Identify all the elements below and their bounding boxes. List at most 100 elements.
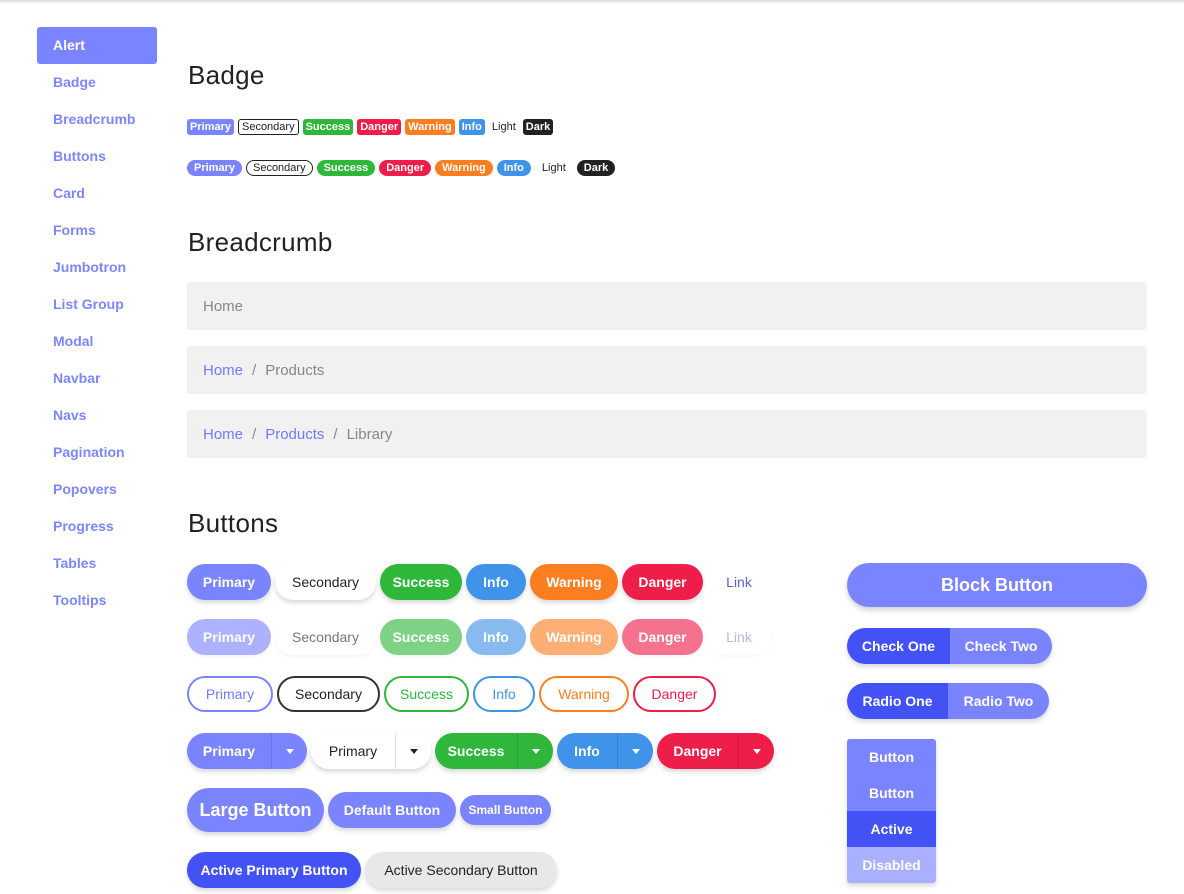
sidebar-item-tooltips[interactable]: Tooltips (37, 582, 157, 619)
breadcrumb-current: Products (265, 361, 325, 379)
active-secondary-button[interactable]: Active Secondary Button (365, 852, 557, 888)
badge-pill-dark: Dark (576, 160, 616, 176)
vertical-button[interactable]: Button (847, 739, 936, 775)
active-primary-button[interactable]: Active Primary Button (187, 852, 361, 888)
danger-outline-button[interactable]: Danger (633, 676, 716, 712)
check-one-toggle[interactable]: Check One (847, 628, 950, 664)
badge-info: Info (458, 119, 485, 135)
sidebar-nav: Alert Badge Breadcrumb Buttons Card Form… (37, 27, 157, 619)
badge-light: Light (488, 119, 519, 135)
split-main-button[interactable]: Success (435, 733, 517, 769)
badge-primary: Primary (187, 119, 234, 135)
success-button-disabled: Success (380, 619, 462, 655)
badge-pill-light: Light (534, 160, 573, 176)
split-main-button[interactable]: Danger (657, 733, 738, 769)
breadcrumb: Home / Products / Library (187, 410, 1147, 458)
block-button[interactable]: Block Button (847, 563, 1147, 607)
caret-down-icon (531, 748, 540, 754)
split-toggle-button[interactable] (517, 733, 553, 769)
sidebar-item-buttons[interactable]: Buttons (37, 138, 157, 175)
breadcrumb-link-home[interactable]: Home (203, 426, 243, 443)
check-two-toggle[interactable]: Check Two (950, 628, 1052, 664)
split-toggle-button[interactable] (617, 733, 653, 769)
danger-button[interactable]: Danger (622, 564, 703, 600)
success-outline-button[interactable]: Success (384, 676, 469, 712)
warning-outline-button[interactable]: Warning (539, 676, 629, 712)
breadcrumb-link-products[interactable]: Products (265, 426, 324, 443)
vertical-button-active[interactable]: Active (847, 811, 936, 847)
buttons-section-title: Buttons (188, 508, 279, 538)
radio-one-toggle[interactable]: Radio One (847, 683, 948, 719)
badge-section-title: Badge (188, 60, 265, 90)
split-main-button[interactable]: Primary (311, 733, 395, 769)
split-dropdown-primary: Primary (187, 733, 307, 769)
split-toggle-button[interactable] (271, 733, 307, 769)
button-row-disabled: Primary Secondary Success Info Warning D… (187, 619, 775, 655)
breadcrumb-separator: / (333, 425, 338, 443)
caret-down-icon (752, 748, 761, 754)
split-dropdown-info: Info (557, 733, 653, 769)
caret-down-icon (285, 748, 294, 754)
sidebar-item-pagination[interactable]: Pagination (37, 434, 157, 471)
badge-success: Success (302, 119, 354, 135)
small-button[interactable]: Small Button (460, 795, 551, 825)
danger-button-disabled: Danger (622, 619, 703, 655)
radio-two-toggle[interactable]: Radio Two (948, 683, 1049, 719)
sidebar-item-modal[interactable]: Modal (37, 323, 157, 360)
badge-pill-primary: Primary (187, 160, 242, 176)
sidebar-item-forms[interactable]: Forms (37, 212, 157, 249)
sidebar-item-badge[interactable]: Badge (37, 64, 157, 101)
link-button[interactable]: Link (707, 564, 771, 600)
split-dropdown-danger: Danger (657, 733, 774, 769)
badge-secondary: Secondary (237, 119, 299, 135)
button-row-sizes: Large Button Default Button Small Button (187, 788, 555, 832)
caret-down-icon (409, 748, 418, 754)
secondary-outline-button[interactable]: Secondary (277, 676, 380, 712)
breadcrumb-separator: / (252, 361, 257, 379)
secondary-button-disabled: Secondary (275, 619, 376, 655)
vertical-button[interactable]: Button (847, 775, 936, 811)
sidebar-item-tables[interactable]: Tables (37, 545, 157, 582)
large-button[interactable]: Large Button (187, 788, 324, 832)
primary-outline-button[interactable]: Primary (187, 676, 273, 712)
breadcrumb-separator: / (252, 425, 257, 443)
default-button[interactable]: Default Button (328, 792, 456, 828)
split-main-button[interactable]: Info (557, 733, 617, 769)
primary-button[interactable]: Primary (187, 564, 271, 600)
breadcrumb-current: Library (346, 425, 393, 443)
split-main-button[interactable]: Primary (187, 733, 271, 769)
sidebar-item-jumbotron[interactable]: Jumbotron (37, 249, 157, 286)
badge-dark: Dark (522, 119, 554, 135)
split-dropdown-success: Success (435, 733, 553, 769)
badge-danger: Danger (357, 119, 402, 135)
radio-button-group: Radio One Radio Two (847, 683, 1049, 719)
sidebar-item-card[interactable]: Card (37, 175, 157, 212)
secondary-button[interactable]: Secondary (275, 564, 376, 600)
sidebar-item-navs[interactable]: Navs (37, 397, 157, 434)
info-button[interactable]: Info (466, 564, 526, 600)
sidebar-item-popovers[interactable]: Popovers (37, 471, 157, 508)
primary-button-disabled: Primary (187, 619, 271, 655)
split-toggle-button[interactable] (395, 733, 431, 769)
badge-pill-secondary: Secondary (245, 160, 313, 176)
breadcrumb-link-home[interactable]: Home (203, 362, 243, 379)
split-toggle-button[interactable] (738, 733, 774, 769)
sidebar-item-alert[interactable]: Alert (37, 27, 157, 64)
caret-down-icon (631, 748, 640, 754)
badge-pill-danger: Danger (379, 160, 432, 176)
button-row-split: Primary Primary Success Info Danger (187, 733, 778, 769)
split-dropdown-white: Primary (311, 733, 431, 769)
sidebar-item-list-group[interactable]: List Group (37, 286, 157, 323)
badge-pill-success: Success (316, 160, 376, 176)
info-outline-button[interactable]: Info (473, 676, 535, 712)
badge-pill-info: Info (496, 160, 531, 176)
success-button[interactable]: Success (380, 564, 462, 600)
sidebar-item-progress[interactable]: Progress (37, 508, 157, 545)
sidebar-item-breadcrumb[interactable]: Breadcrumb (37, 101, 157, 138)
vertical-button-group: Button Button Active Disabled (847, 739, 936, 883)
sidebar-item-navbar[interactable]: Navbar (37, 360, 157, 397)
badge-row-square: Primary Secondary Success Danger Warning… (187, 119, 557, 135)
warning-button-disabled: Warning (530, 619, 618, 655)
warning-button[interactable]: Warning (530, 564, 618, 600)
breadcrumb: Home / Products (187, 346, 1147, 394)
